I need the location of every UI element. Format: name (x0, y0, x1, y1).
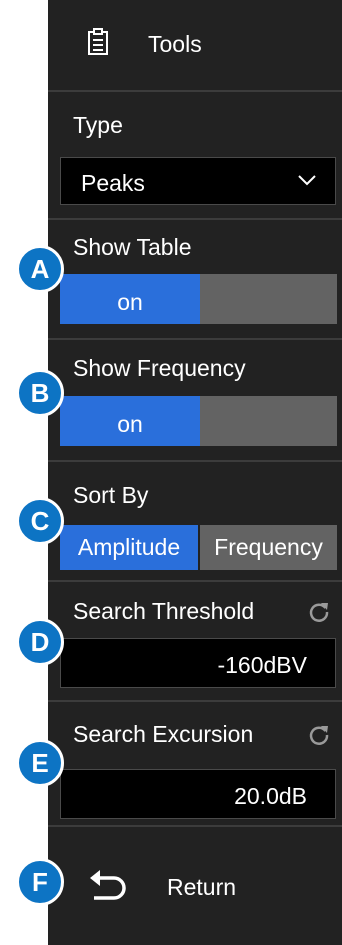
reset-icon[interactable] (308, 601, 330, 623)
divider (48, 338, 342, 340)
annotation-badge-a: A (16, 245, 64, 293)
chevron-down-icon (298, 175, 316, 186)
type-selected-value: Peaks (81, 170, 145, 196)
return-button[interactable]: Return (167, 876, 236, 899)
search-excursion-input[interactable]: 20.0dB (60, 769, 336, 819)
annotation-badge-f: F (16, 858, 64, 906)
reset-icon[interactable] (308, 724, 330, 746)
divider (48, 460, 342, 462)
divider (48, 218, 342, 220)
annotated-tools-panel: Tools Type Peaks Show Table on Show Freq… (0, 0, 342, 945)
sort-frequency-option[interactable]: Frequency (200, 525, 337, 570)
search-threshold-label: Search Threshold (73, 598, 255, 624)
show-table-toggle[interactable]: on (60, 274, 337, 324)
annotation-badge-e: E (16, 739, 64, 787)
show-table-label: Show Table (73, 234, 192, 260)
show-frequency-on-state: on (60, 396, 200, 446)
menu-title: Tools (148, 31, 202, 57)
sort-amplitude-option[interactable]: Amplitude (60, 525, 198, 570)
divider (48, 700, 342, 702)
clipboard-icon (88, 28, 108, 55)
search-threshold-value: -160dBV (217, 652, 307, 678)
type-dropdown[interactable]: Peaks (60, 157, 336, 205)
show-table-on-state: on (60, 274, 200, 324)
return-arrow-icon[interactable] (86, 866, 130, 906)
divider (48, 580, 342, 582)
search-threshold-input[interactable]: -160dBV (60, 638, 336, 688)
type-label: Type (73, 112, 123, 138)
show-frequency-toggle[interactable]: on (60, 396, 337, 446)
sort-by-label: Sort By (73, 482, 149, 508)
annotation-badge-d: D (16, 618, 64, 666)
search-excursion-label: Search Excursion (73, 721, 254, 747)
annotation-badge-c: C (16, 497, 64, 545)
divider (48, 825, 342, 827)
annotation-badge-b: B (16, 369, 64, 417)
search-excursion-value: 20.0dB (234, 783, 307, 809)
divider (48, 90, 342, 92)
show-frequency-label: Show Frequency (73, 355, 246, 381)
